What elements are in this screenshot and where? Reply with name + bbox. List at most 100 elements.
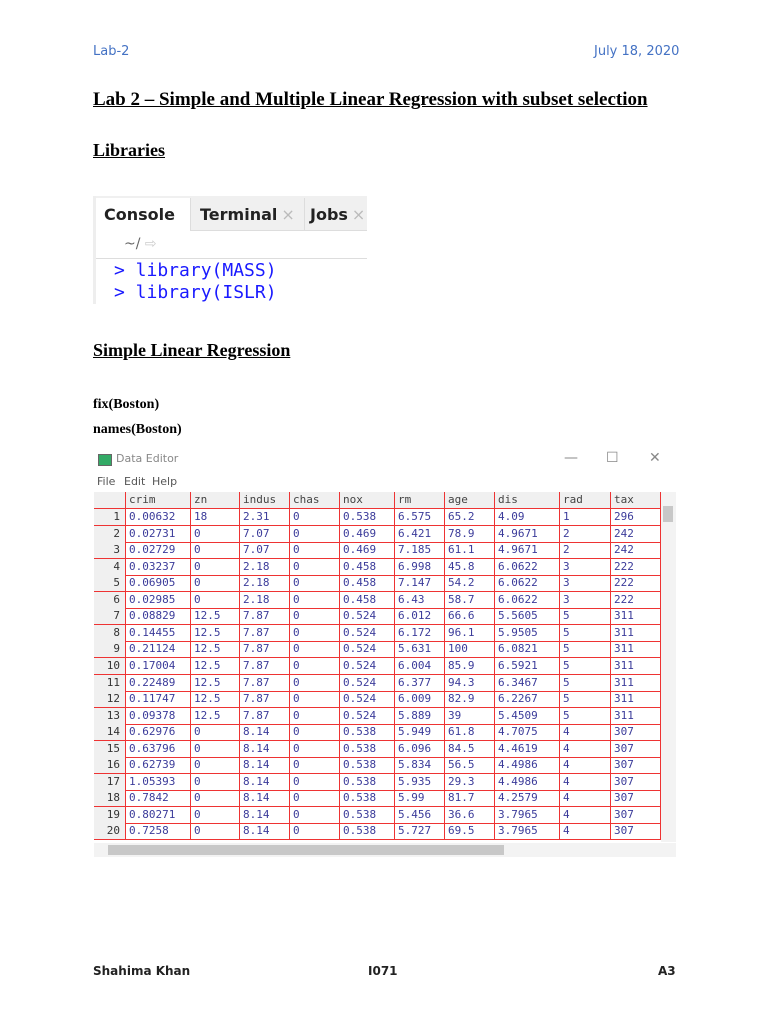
tab-terminal[interactable]: Terminal × xyxy=(192,198,305,230)
table-cell[interactable]: 3 xyxy=(560,575,611,592)
table-cell[interactable]: 0.524 xyxy=(340,608,395,625)
table-cell[interactable]: 0 xyxy=(191,559,240,576)
table-cell[interactable]: 0.524 xyxy=(340,691,395,708)
row-number[interactable]: 16 xyxy=(94,757,126,774)
table-cell[interactable]: 311 xyxy=(611,658,661,675)
table-cell[interactable]: 5 xyxy=(560,625,611,642)
table-cell[interactable]: 100 xyxy=(445,641,495,658)
maximize-button[interactable]: ☐ xyxy=(606,450,619,466)
table-cell[interactable]: 0 xyxy=(290,559,340,576)
table-cell[interactable]: 0 xyxy=(290,708,340,725)
table-cell[interactable]: 4 xyxy=(560,807,611,824)
table-cell[interactable]: 66.6 xyxy=(445,608,495,625)
table-cell[interactable]: 5 xyxy=(560,691,611,708)
row-number[interactable]: 8 xyxy=(94,625,126,642)
table-cell[interactable]: 6.421 xyxy=(395,526,445,543)
table-cell[interactable]: 2.18 xyxy=(240,575,290,592)
table-cell[interactable]: 5.4509 xyxy=(495,708,560,725)
table-cell[interactable]: 0 xyxy=(191,526,240,543)
table-cell[interactable]: 4.4619 xyxy=(495,741,560,758)
table-cell[interactable]: 12.5 xyxy=(191,625,240,642)
table-cell[interactable]: 296 xyxy=(611,509,661,526)
table-cell[interactable]: 0.538 xyxy=(340,790,395,807)
table-cell[interactable]: 29.3 xyxy=(445,774,495,791)
table-cell[interactable]: 0.524 xyxy=(340,708,395,725)
table-cell[interactable]: 7.07 xyxy=(240,526,290,543)
tab-console[interactable]: Console xyxy=(96,198,191,231)
table-cell[interactable]: 0.06905 xyxy=(126,575,191,592)
table-cell[interactable]: 39 xyxy=(445,708,495,725)
table-cell[interactable]: 0.524 xyxy=(340,625,395,642)
table-cell[interactable]: 45.8 xyxy=(445,559,495,576)
table-cell[interactable]: 78.9 xyxy=(445,526,495,543)
table-cell[interactable]: 0.7842 xyxy=(126,790,191,807)
row-number[interactable]: 9 xyxy=(94,641,126,658)
table-cell[interactable]: 7.87 xyxy=(240,708,290,725)
row-number[interactable]: 12 xyxy=(94,691,126,708)
table-cell[interactable]: 4 xyxy=(560,823,611,840)
row-number[interactable]: 7 xyxy=(94,608,126,625)
table-cell[interactable]: 0.458 xyxy=(340,592,395,609)
table-cell[interactable]: 311 xyxy=(611,641,661,658)
table-cell[interactable]: 0 xyxy=(191,807,240,824)
table-cell[interactable]: 0.02729 xyxy=(126,542,191,559)
table-cell[interactable]: 5 xyxy=(560,658,611,675)
table-cell[interactable]: 0.62739 xyxy=(126,757,191,774)
table-cell[interactable]: 6.0622 xyxy=(495,575,560,592)
table-cell[interactable]: 6.377 xyxy=(395,675,445,692)
table-cell[interactable]: 4 xyxy=(560,790,611,807)
table-cell[interactable]: 307 xyxy=(611,741,661,758)
table-cell[interactable]: 85.9 xyxy=(445,658,495,675)
table-cell[interactable]: 5.949 xyxy=(395,724,445,741)
close-button[interactable]: ✕ xyxy=(649,450,661,466)
table-cell[interactable]: 6.004 xyxy=(395,658,445,675)
table-cell[interactable]: 5.5605 xyxy=(495,608,560,625)
table-cell[interactable]: 0.469 xyxy=(340,542,395,559)
table-cell[interactable]: 7.87 xyxy=(240,658,290,675)
table-cell[interactable]: 7.185 xyxy=(395,542,445,559)
table-cell[interactable]: 5 xyxy=(560,641,611,658)
table-cell[interactable]: 0 xyxy=(290,757,340,774)
tab-jobs[interactable]: Jobs × xyxy=(302,198,380,230)
table-cell[interactable]: 8.14 xyxy=(240,790,290,807)
table-cell[interactable]: 2.18 xyxy=(240,559,290,576)
table-cell[interactable]: 0.538 xyxy=(340,509,395,526)
table-cell[interactable]: 0.63796 xyxy=(126,741,191,758)
row-number[interactable]: 1 xyxy=(94,509,126,526)
table-cell[interactable]: 3 xyxy=(560,592,611,609)
table-cell[interactable]: 0 xyxy=(290,691,340,708)
table-cell[interactable]: 6.575 xyxy=(395,509,445,526)
menu-help[interactable]: Help xyxy=(152,475,177,488)
table-cell[interactable]: 0.538 xyxy=(340,741,395,758)
table-cell[interactable]: 6.3467 xyxy=(495,675,560,692)
scroll-thumb[interactable] xyxy=(663,506,673,522)
table-cell[interactable]: 1 xyxy=(560,509,611,526)
table-cell[interactable]: 0 xyxy=(290,625,340,642)
table-cell[interactable]: 5 xyxy=(560,608,611,625)
table-cell[interactable]: 4.4986 xyxy=(495,774,560,791)
table-cell[interactable]: 0.62976 xyxy=(126,724,191,741)
row-number[interactable]: 13 xyxy=(94,708,126,725)
table-cell[interactable]: 58.7 xyxy=(445,592,495,609)
table-cell[interactable]: 0.524 xyxy=(340,641,395,658)
table-cell[interactable]: 65.2 xyxy=(445,509,495,526)
row-number[interactable]: 6 xyxy=(94,592,126,609)
table-cell[interactable]: 6.0821 xyxy=(495,641,560,658)
table-cell[interactable]: 12.5 xyxy=(191,658,240,675)
table-cell[interactable]: 311 xyxy=(611,708,661,725)
table-cell[interactable]: 0 xyxy=(290,741,340,758)
table-cell[interactable]: 0 xyxy=(191,575,240,592)
table-cell[interactable]: 0 xyxy=(290,641,340,658)
table-cell[interactable]: 5.889 xyxy=(395,708,445,725)
vertical-scrollbar[interactable] xyxy=(661,492,676,842)
column-header-rm[interactable]: rm xyxy=(395,492,445,509)
table-cell[interactable]: 0 xyxy=(290,542,340,559)
table-cell[interactable]: 3 xyxy=(560,559,611,576)
table-cell[interactable]: 7.87 xyxy=(240,608,290,625)
table-cell[interactable]: 5.456 xyxy=(395,807,445,824)
table-cell[interactable]: 0.7258 xyxy=(126,823,191,840)
row-number[interactable]: 11 xyxy=(94,675,126,692)
table-cell[interactable]: 307 xyxy=(611,757,661,774)
table-cell[interactable]: 94.3 xyxy=(445,675,495,692)
column-header-dis[interactable]: dis xyxy=(495,492,560,509)
